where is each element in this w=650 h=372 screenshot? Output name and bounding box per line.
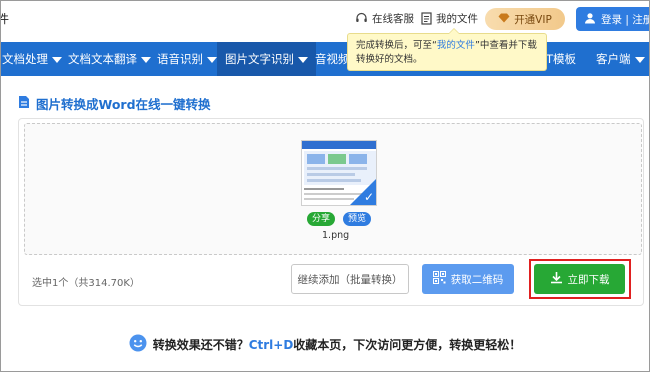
hint-shortcut: Ctrl+D [248, 338, 294, 352]
file-name: 1.png [322, 230, 350, 241]
nav-item-image-ocr[interactable]: 图片文字识别 [217, 42, 316, 76]
user-icon [584, 12, 596, 27]
selection-summary: 选中1个（共314.70K） [32, 278, 140, 289]
tooltip-line-1: 完成转换后，可至“我的文件”中查看并下载 [356, 39, 538, 53]
nav-item-speech-recognition[interactable]: 语音识别 [157, 42, 217, 76]
hint-part-1: 转换效果还不错？ [152, 338, 249, 352]
file-thumbnail[interactable]: ✓ [301, 140, 377, 206]
nav-label: 语音识别 [157, 52, 203, 66]
get-qr-code-label: 获取二维码 [450, 273, 504, 286]
tooltip-text: 完成转换后，可至“ [356, 40, 437, 51]
nav-item-audio-video[interactable]: 音视频 [315, 42, 350, 76]
file-icon [18, 95, 30, 112]
caret-down-icon [52, 56, 62, 63]
main-nav: 文档处理 文档文本翻译 语音识别 图片文字识别 音视频 T模板 客户端 [0, 42, 650, 76]
my-files-link[interactable]: 我的文件 [421, 11, 478, 26]
my-files-label: 我的文件 [436, 13, 478, 25]
page-title-text: 图片转换成Word在线一键转换 [36, 97, 211, 112]
nav-item-document-processing[interactable]: 文档处理 [2, 42, 62, 76]
checkmark-icon: ✓ [363, 190, 374, 204]
caret-down-icon [298, 56, 308, 63]
smiley-icon [129, 334, 147, 355]
share-tag[interactable]: 分享 [307, 212, 336, 226]
nav-label: 图片文字识别 [225, 52, 294, 66]
preview-tag[interactable]: 预览 [343, 212, 372, 226]
top-bar: 件 在线客服 我的文件 开通VIP 登录 | 注册 [0, 0, 650, 38]
nav-label: T模板 [546, 52, 577, 66]
site-logo[interactable]: 件 [0, 10, 9, 27]
online-service-link[interactable]: 在线客服 [355, 11, 414, 26]
vip-button[interactable]: 开通VIP [485, 8, 565, 30]
bookmark-hint: 转换效果还不错？Ctrl+D收藏本页，下次访问更方便，转换更轻松！ [0, 334, 650, 355]
login-label: 登录 | 注册 [601, 13, 650, 26]
nav-label: 音视频 [315, 52, 350, 66]
highlight-box [529, 259, 631, 299]
my-files-tooltip: 完成转换后，可至“我的文件”中查看并下载 转换好的文档。 [347, 28, 547, 71]
nav-item-document-translation[interactable]: 文档文本翻译 [68, 42, 151, 76]
nav-item-client[interactable]: 客户端 [596, 42, 645, 76]
nav-label: 客户端 [596, 52, 631, 66]
vip-label: 开通VIP [514, 13, 552, 26]
tooltip-text: ”中查看并下载 [474, 40, 537, 51]
tooltip-arrow-fill [449, 29, 459, 34]
nav-label: 文档文本翻译 [68, 52, 137, 66]
caret-down-icon [141, 56, 151, 63]
get-qr-code-button[interactable]: 获取二维码 [422, 264, 514, 294]
tooltip-line-2: 转换好的文档。 [356, 54, 423, 65]
nav-item-templates[interactable]: T模板 [546, 42, 576, 76]
online-service-label: 在线客服 [372, 13, 414, 25]
caret-down-icon [207, 56, 217, 63]
diamond-icon [498, 13, 510, 26]
nav-label: 文档处理 [2, 52, 48, 66]
caret-down-icon [634, 56, 645, 63]
hint-part-2: 收藏本页，下次访问更方便，转换更轻松！ [293, 338, 522, 352]
login-button[interactable]: 登录 | 注册 [576, 7, 650, 31]
headset-icon [355, 12, 368, 25]
document-icon [421, 12, 432, 25]
page-title: 图片转换成Word在线一键转换 [18, 94, 211, 113]
qr-code-icon [432, 271, 446, 287]
continue-add-label: 继续添加（批量转换） [297, 273, 403, 286]
tooltip-my-files-link[interactable]: 我的文件 [437, 40, 475, 51]
continue-add-button[interactable]: 继续添加（批量转换） [291, 264, 409, 294]
bookmark-hint-text: 转换效果还不错？Ctrl+D收藏本页，下次访问更方便，转换更轻松！ [153, 336, 522, 353]
